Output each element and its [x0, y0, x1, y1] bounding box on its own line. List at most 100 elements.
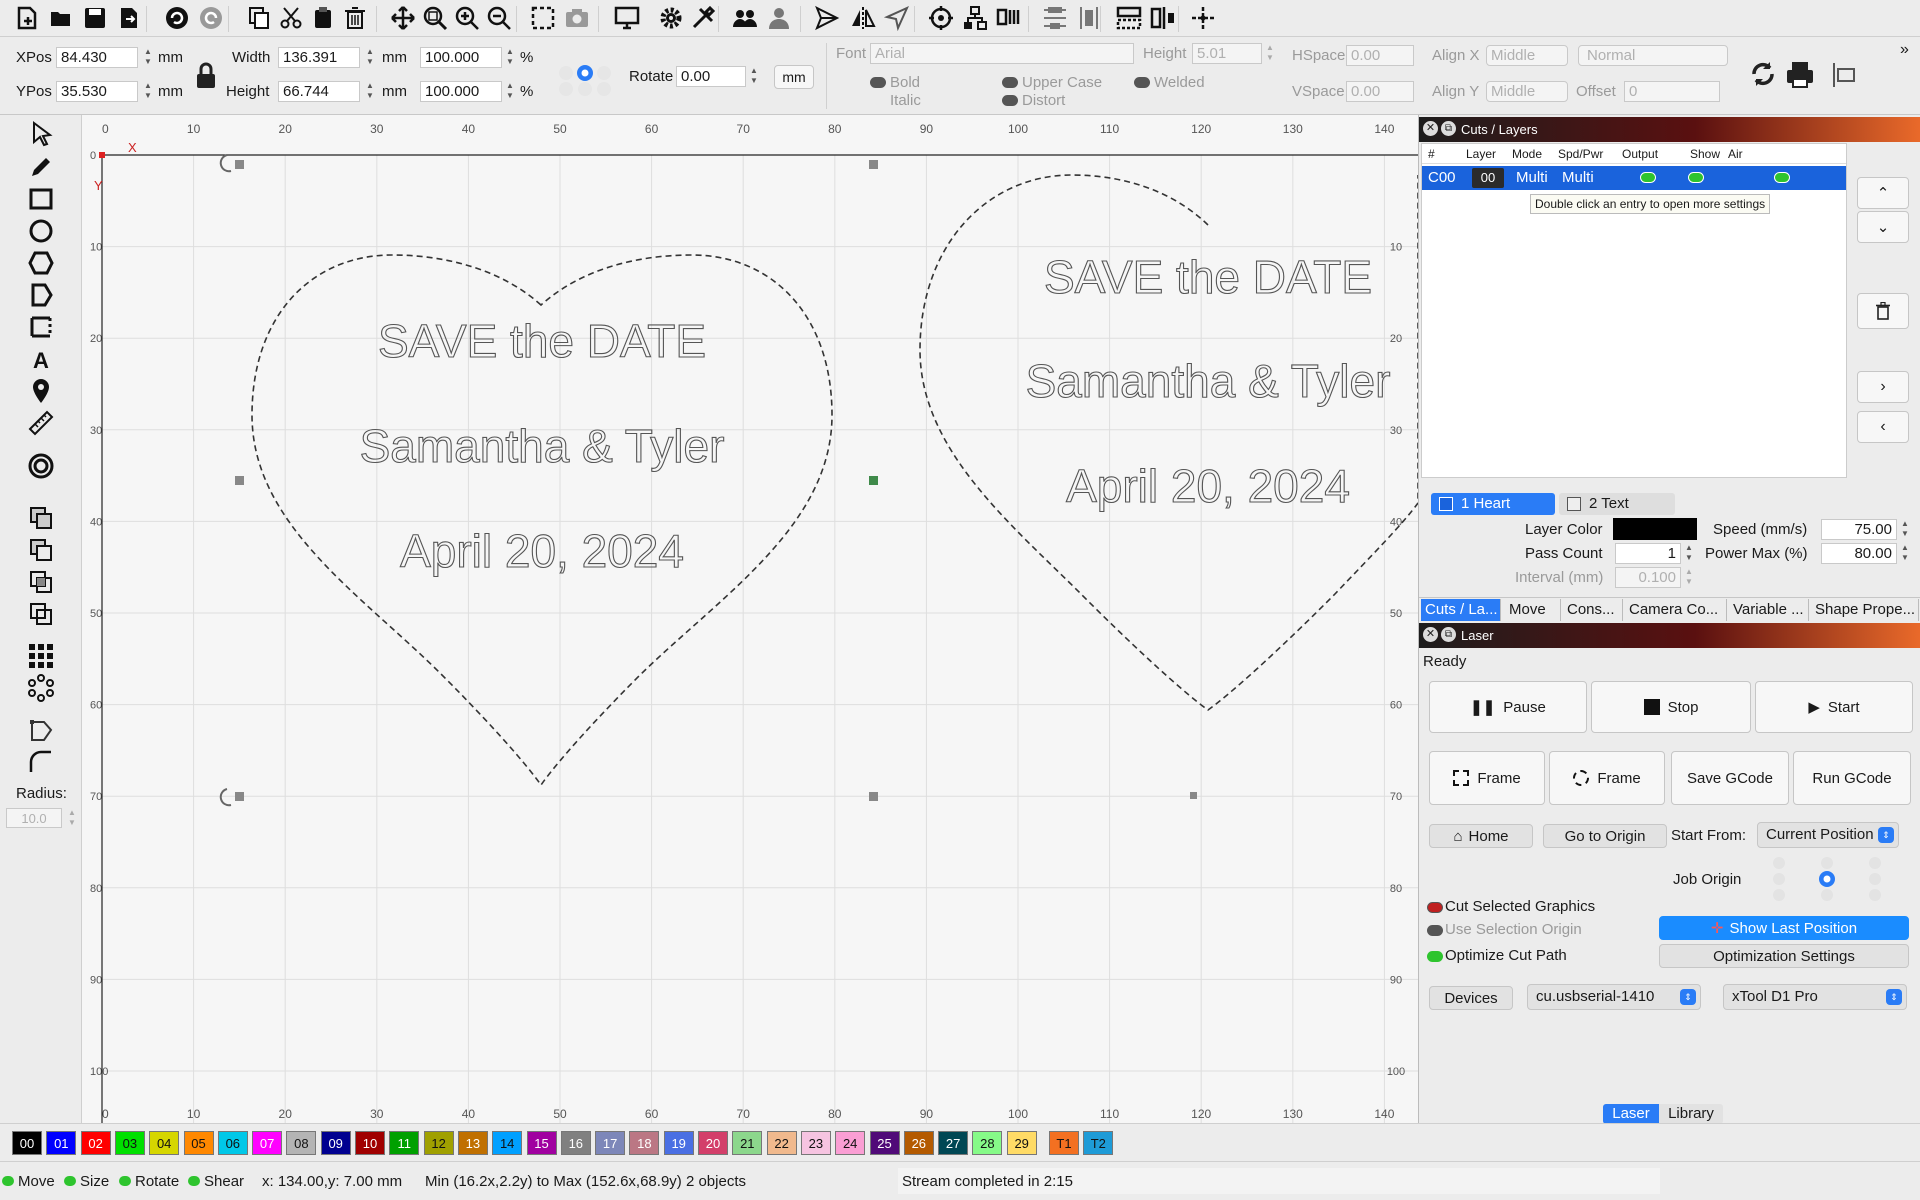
- rotate-stepper[interactable]: ▲ ▼: [748, 66, 760, 88]
- layers-column-header[interactable]: Air: [1728, 147, 1743, 161]
- scale-width-stepper[interactable]: ▲ ▼: [504, 47, 516, 69]
- xpos-input[interactable]: 84.430: [56, 47, 138, 68]
- pass-count-stepper[interactable]: ▲ ▼: [1683, 543, 1695, 565]
- barcode-icon[interactable]: [994, 3, 1024, 33]
- prev-button[interactable]: ‹: [1857, 411, 1909, 443]
- selection-handle[interactable]: [235, 160, 244, 169]
- show-last-position-button[interactable]: ✛ Show Last Position: [1659, 916, 1909, 940]
- move-layer-up-button[interactable]: ⌃: [1857, 177, 1909, 209]
- speed-input[interactable]: 75.00: [1821, 519, 1897, 540]
- selection-handle[interactable]: [235, 476, 244, 485]
- panel-tab[interactable]: Shape Prope...: [1811, 599, 1919, 621]
- canvas-drawing[interactable]: 0 0 10 10 20 20 30 30 40 40 50 50 60 60 70 70 80 80 90 90 10…: [82, 115, 1418, 1123]
- cut-selected-toggle[interactable]: [1427, 902, 1443, 913]
- align-x-select[interactable]: Middle: [1486, 45, 1568, 66]
- width-input[interactable]: 136.391: [278, 47, 360, 68]
- color-swatch-09[interactable]: 09: [320, 1131, 351, 1155]
- power-max-stepper[interactable]: ▲ ▼: [1899, 543, 1911, 565]
- subtab-text[interactable]: 2 Text: [1559, 493, 1675, 515]
- panel-tab[interactable]: Camera Co...: [1625, 599, 1727, 621]
- selection-center-handle[interactable]: [869, 476, 878, 485]
- color-swatch-29[interactable]: 29: [1006, 1131, 1037, 1155]
- speed-stepper[interactable]: ▲ ▼: [1899, 519, 1911, 541]
- monitor-icon[interactable]: [612, 3, 642, 33]
- boolean-subtract-icon[interactable]: [25, 535, 57, 565]
- ypos-input[interactable]: 35.530: [56, 81, 138, 102]
- node-edit-icon[interactable]: [25, 715, 57, 745]
- air-toggle[interactable]: [1774, 172, 1790, 183]
- color-swatch-11[interactable]: 11: [389, 1131, 420, 1155]
- color-swatch-t2[interactable]: T2: [1083, 1131, 1114, 1155]
- job-origin-selector[interactable]: [1757, 855, 1897, 905]
- hspace-input[interactable]: 0.00: [1346, 45, 1414, 66]
- move-layer-down-button[interactable]: ⌄: [1857, 211, 1909, 243]
- home-button[interactable]: ⌂ Home: [1429, 824, 1533, 848]
- align-icon[interactable]: [1040, 3, 1070, 33]
- color-swatch-01[interactable]: 01: [46, 1131, 77, 1155]
- interval-stepper[interactable]: ▲ ▼: [1683, 567, 1695, 589]
- text-icon[interactable]: A: [25, 344, 57, 374]
- pin-icon[interactable]: [25, 376, 57, 406]
- color-swatch-t1[interactable]: T1: [1049, 1131, 1079, 1155]
- pause-button[interactable]: ❚❚ Pause: [1429, 681, 1587, 733]
- lock-icon[interactable]: [193, 61, 219, 91]
- move-icon[interactable]: [388, 3, 418, 33]
- color-swatch-15[interactable]: 15: [526, 1131, 557, 1155]
- radius-stepper[interactable]: ▲ ▼: [66, 808, 78, 830]
- welded-toggle[interactable]: [1134, 77, 1150, 88]
- run-gcode-button[interactable]: Run GCode: [1793, 751, 1911, 805]
- tab-library[interactable]: Library: [1659, 1104, 1723, 1124]
- rotate-toggle[interactable]: [119, 1176, 131, 1186]
- zoom-fit-icon[interactable]: [420, 3, 450, 33]
- selection-handle[interactable]: [1190, 792, 1197, 799]
- height-input[interactable]: 66.744: [278, 81, 360, 102]
- align-tool-icon[interactable]: [1830, 61, 1860, 89]
- color-swatch-23[interactable]: 23: [800, 1131, 831, 1155]
- bold-toggle[interactable]: [870, 77, 886, 88]
- color-swatch-22[interactable]: 22: [766, 1131, 797, 1155]
- unit-mm-button[interactable]: mm: [774, 65, 814, 89]
- paste-icon[interactable]: [308, 3, 338, 33]
- size-toggle[interactable]: [64, 1176, 76, 1186]
- scale-width-input[interactable]: 100.000: [420, 47, 502, 68]
- frame-selection-icon[interactable]: [528, 3, 558, 33]
- boolean-intersect-icon[interactable]: [25, 567, 57, 597]
- radius-input[interactable]: 10.0: [6, 808, 62, 828]
- float-icon[interactable]: ⧉: [1441, 627, 1456, 642]
- refresh-icon[interactable]: [1748, 59, 1778, 89]
- font-height-input[interactable]: 5.01: [1192, 43, 1262, 64]
- panel-tab[interactable]: Cons...: [1563, 599, 1623, 621]
- width-stepper[interactable]: ▲ ▼: [364, 47, 376, 69]
- color-swatch-12[interactable]: 12: [423, 1131, 454, 1155]
- select-arrow-icon[interactable]: [25, 119, 57, 149]
- interval-input[interactable]: 0.100: [1615, 567, 1681, 588]
- panel-tab[interactable]: Cuts / La...: [1421, 599, 1501, 621]
- network-icon[interactable]: [960, 3, 990, 33]
- start-button[interactable]: ▶ Start: [1755, 681, 1913, 733]
- workspace-canvas[interactable]: 0 0 10 10 20 20 30 30 40 40 50 50 60 60 70 70 80 80 90 90 10…: [82, 115, 1418, 1123]
- ypos-stepper[interactable]: ▲ ▼: [142, 81, 154, 103]
- ruler-icon[interactable]: [25, 408, 57, 438]
- redo-icon[interactable]: [196, 3, 226, 33]
- color-swatch-07[interactable]: 07: [252, 1131, 283, 1155]
- frame-rect-button[interactable]: Frame: [1429, 751, 1545, 805]
- start-from-select[interactable]: Current Position ⇕: [1757, 822, 1899, 848]
- layers-column-header[interactable]: Mode: [1512, 147, 1542, 161]
- scale-height-input[interactable]: 100.000: [420, 81, 502, 102]
- font-height-stepper[interactable]: ▲ ▼: [1264, 43, 1276, 65]
- vspace-input[interactable]: 0.00: [1346, 81, 1414, 102]
- pass-count-input[interactable]: 1: [1615, 543, 1681, 564]
- offset-input[interactable]: 0: [1624, 81, 1720, 102]
- mirror-icon[interactable]: [848, 3, 878, 33]
- save-icon[interactable]: [80, 3, 110, 33]
- cut-icon[interactable]: [276, 3, 306, 33]
- delete-icon[interactable]: [340, 3, 370, 33]
- next-button[interactable]: ›: [1857, 371, 1909, 403]
- color-swatch-10[interactable]: 10: [355, 1131, 385, 1155]
- user-icon[interactable]: [764, 3, 794, 33]
- zoom-in-icon[interactable]: [452, 3, 482, 33]
- layer-swatch[interactable]: 00: [1472, 168, 1504, 188]
- color-swatch-02[interactable]: 02: [80, 1131, 111, 1155]
- color-swatch-18[interactable]: 18: [629, 1131, 660, 1155]
- layers-column-header[interactable]: Output: [1622, 147, 1658, 161]
